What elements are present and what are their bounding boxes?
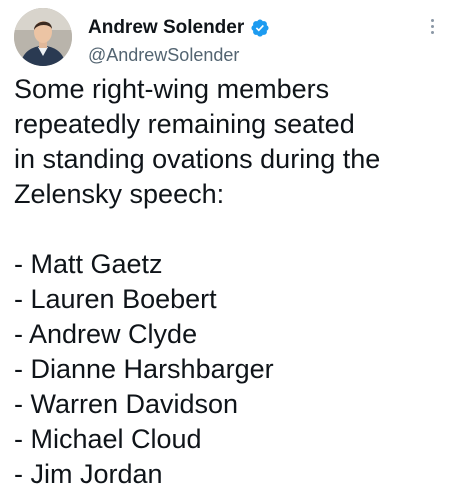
author-handle[interactable]: @AndrewSolender [88, 44, 239, 66]
author-name[interactable]: Andrew Solender [88, 17, 244, 39]
more-options-icon[interactable] [422, 14, 442, 38]
list-item: - Dianne Harshbarger [14, 354, 274, 384]
tweet-body: Some right-wing members repeatedly remai… [14, 72, 444, 492]
list-item: - Matt Gaetz [14, 249, 163, 279]
list-item: - Jim Jordan [14, 459, 163, 489]
list-item: - Michael Cloud [14, 424, 202, 454]
author-avatar[interactable] [14, 8, 72, 66]
list-item: - Lauren Boebert [14, 284, 217, 314]
list-item: - Warren Davidson [14, 389, 239, 419]
author-name-line[interactable]: Andrew Solender [88, 17, 270, 39]
member-list: - Matt Gaetz - Lauren Boebert - Andrew C… [14, 247, 444, 492]
verified-badge-icon [251, 19, 269, 37]
list-item: - Andrew Clyde [14, 319, 198, 349]
avatar-photo-icon [14, 8, 72, 66]
tweet-intro-text: Some right-wing members repeatedly remai… [14, 74, 381, 209]
tweet-header: Andrew Solender @AndrewSolender [14, 8, 444, 68]
